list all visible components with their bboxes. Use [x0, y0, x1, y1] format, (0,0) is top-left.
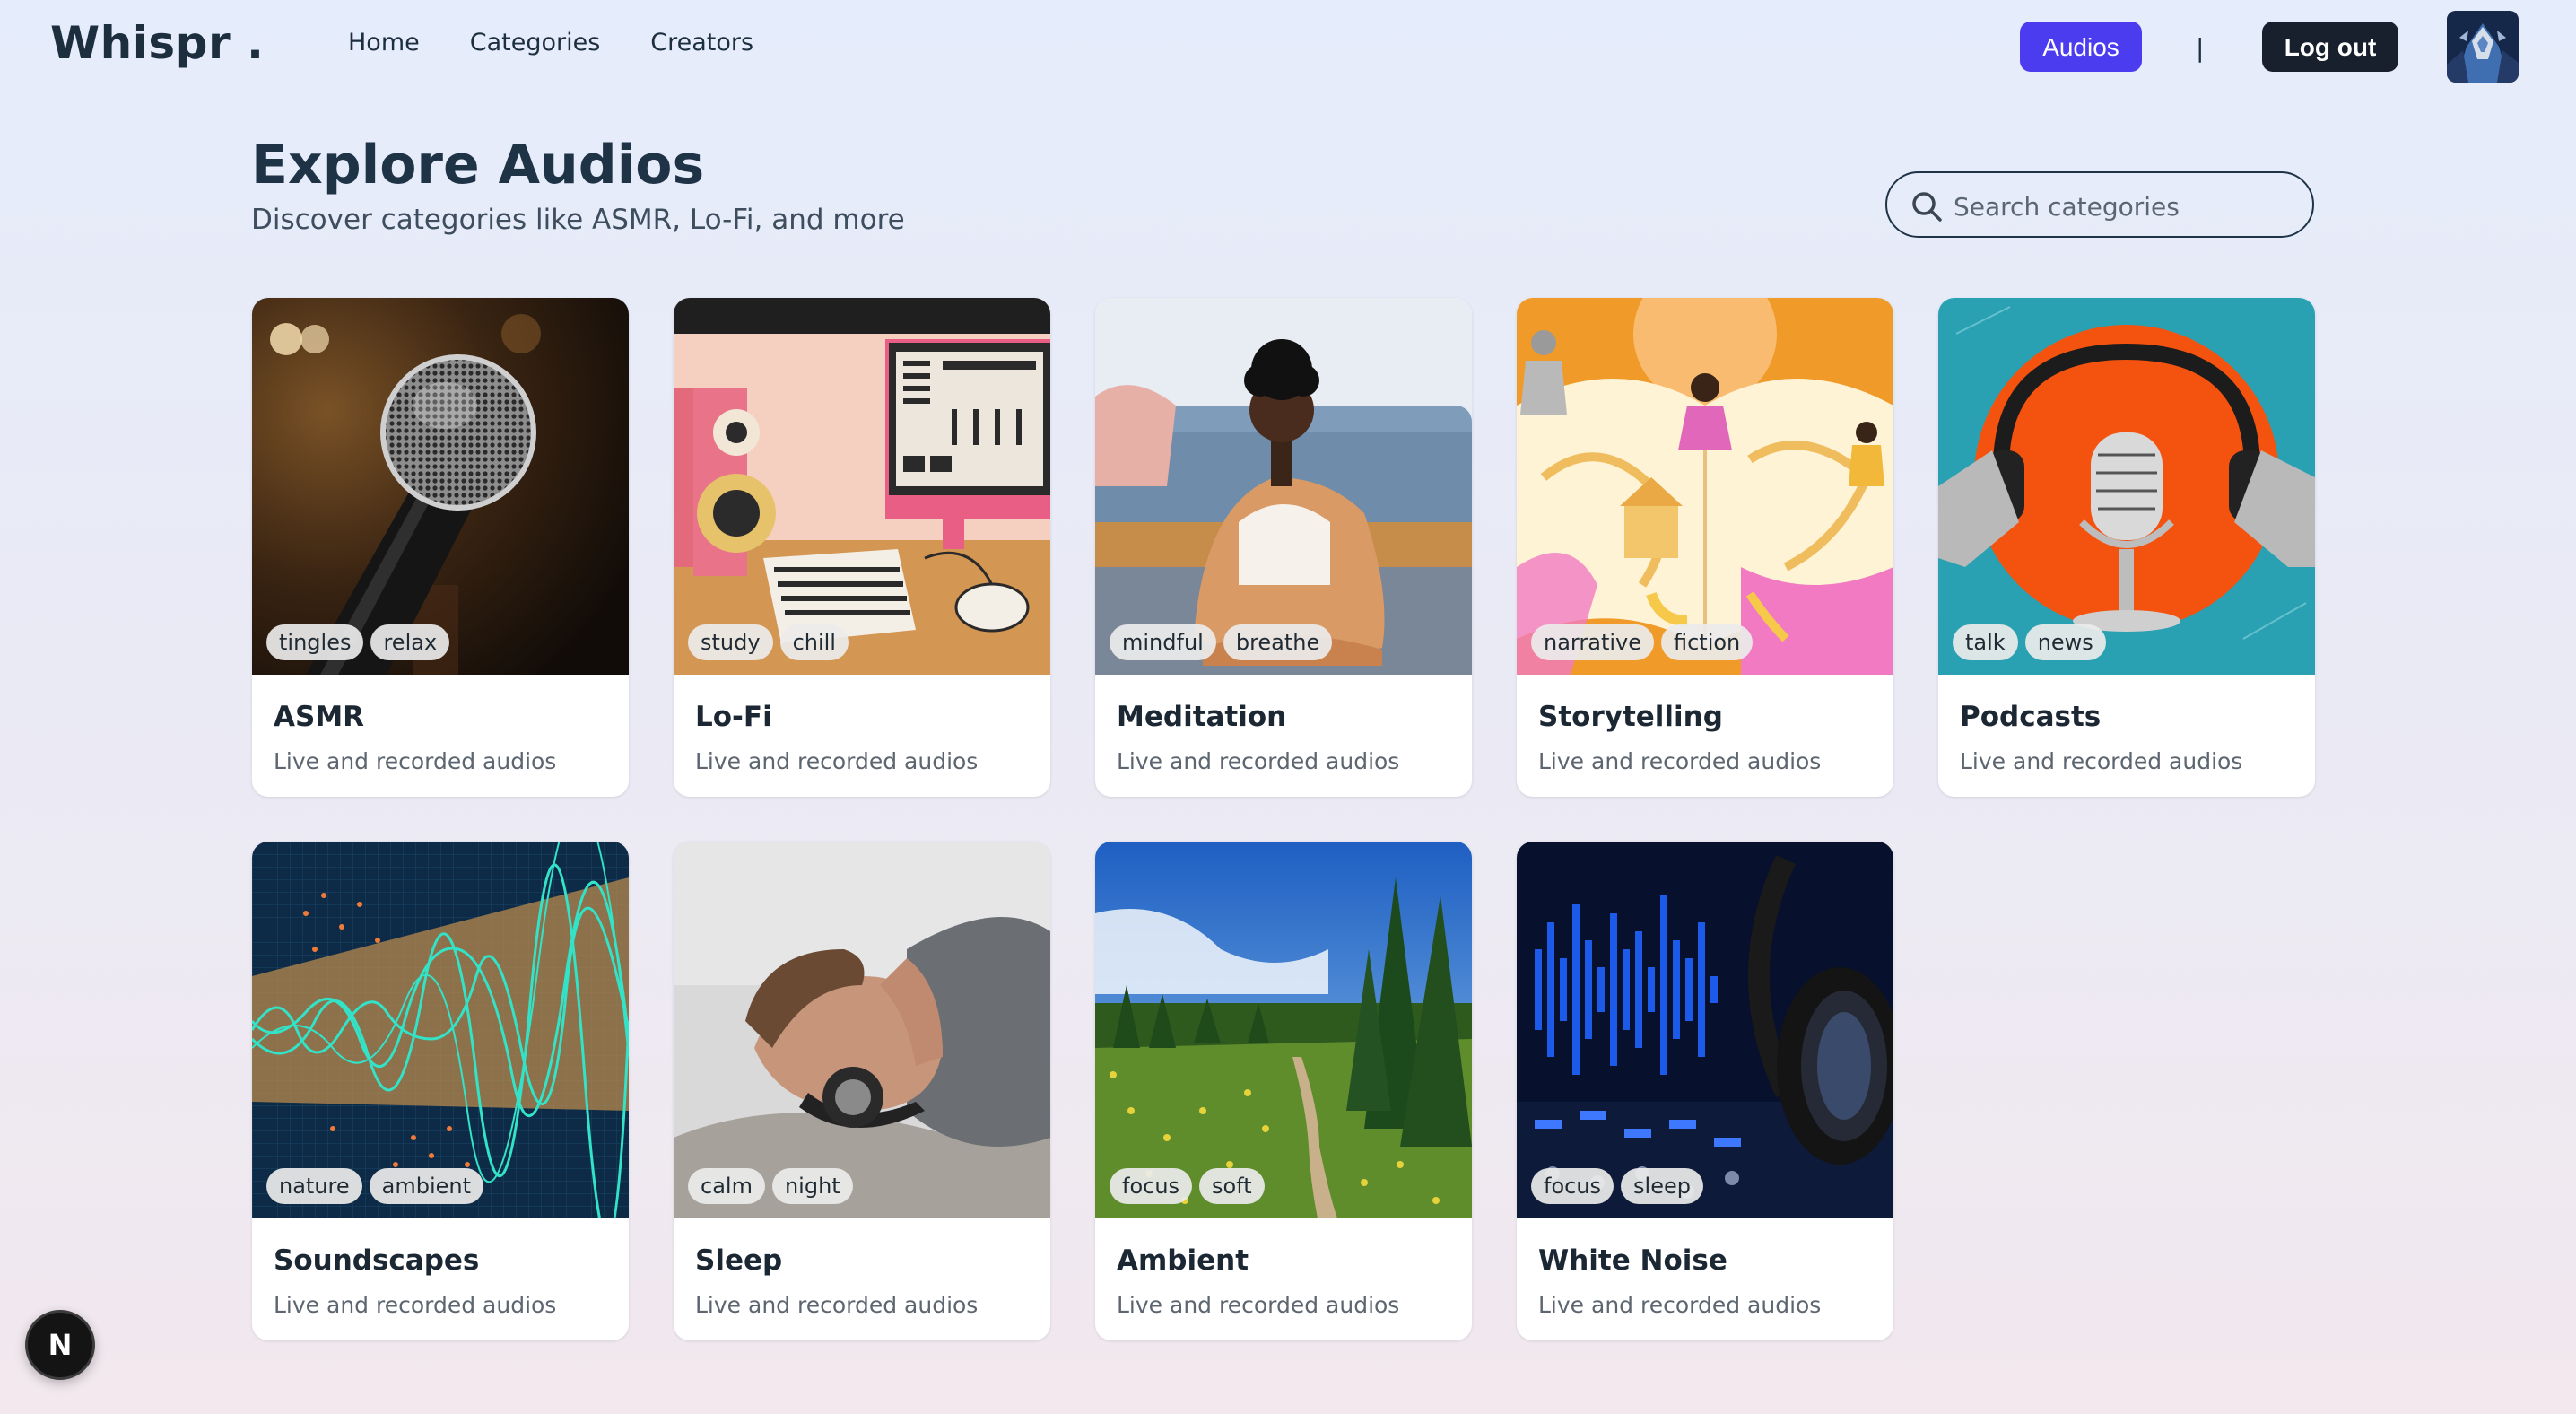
meditation-image	[1095, 298, 1472, 675]
category-card-podcasts[interactable]: talk news Podcasts Live and recorded aud…	[1938, 298, 2315, 797]
tag-list: narrative fiction	[1531, 624, 1754, 660]
category-subtitle: Live and recorded audios	[1117, 1292, 1400, 1318]
tag[interactable]: chill	[779, 624, 849, 660]
category-title: Ambient	[1117, 1244, 1249, 1277]
dev-tools-button[interactable]: N	[25, 1310, 95, 1380]
category-subtitle: Live and recorded audios	[695, 1292, 979, 1318]
category-card-sleep[interactable]: calm night Sleep Live and recorded audio…	[674, 842, 1050, 1340]
category-card-white-noise[interactable]: focus sleep White Noise Live and recorde…	[1517, 842, 1893, 1340]
avatar-image	[2447, 11, 2519, 83]
tag[interactable]: fiction	[1660, 624, 1754, 660]
category-card-ambient[interactable]: focus soft Ambient Live and recorded aud…	[1095, 842, 1472, 1340]
category-subtitle: Live and recorded audios	[274, 748, 557, 774]
tag-list: study chill	[688, 624, 849, 660]
category-card-asmr[interactable]: tingles relax ASMR Live and recorded aud…	[252, 298, 629, 797]
search-box[interactable]	[1885, 171, 2314, 238]
category-card-soundscapes[interactable]: nature ambient Soundscapes Live and reco…	[252, 842, 629, 1340]
tag[interactable]: night	[771, 1168, 853, 1204]
page-subtitle: Discover categories like ASMR, Lo-Fi, an…	[251, 204, 905, 236]
tag[interactable]: focus	[1531, 1168, 1614, 1204]
tag[interactable]: ambient	[369, 1168, 484, 1204]
category-image-storytelling: narrative fiction	[1517, 298, 1893, 675]
tag[interactable]: tingles	[266, 624, 364, 660]
category-image-soundscapes: nature ambient	[252, 842, 629, 1218]
nav-links: Home Categories Creators	[348, 25, 753, 61]
tag[interactable]: relax	[370, 624, 450, 660]
tag[interactable]: nature	[266, 1168, 362, 1204]
tag[interactable]: mindful	[1110, 624, 1216, 660]
tag[interactable]: breathe	[1223, 624, 1333, 660]
category-subtitle: Live and recorded audios	[1538, 748, 1822, 774]
soundwave-image	[252, 842, 629, 1218]
tag-list: calm night	[688, 1168, 853, 1204]
brand-logo[interactable]: Whispr .	[50, 14, 265, 72]
tag-list: focus soft	[1110, 1168, 1265, 1204]
nav-link-creators[interactable]: Creators	[650, 25, 753, 61]
tag[interactable]: focus	[1110, 1168, 1193, 1204]
search-icon	[1912, 192, 1942, 222]
meadow-image	[1095, 842, 1472, 1218]
lofi-desk-image	[674, 298, 1050, 675]
category-image-asmr: tingles relax	[252, 298, 629, 675]
category-image-sleep: calm night	[674, 842, 1050, 1218]
logout-button[interactable]: Log out	[2262, 22, 2398, 72]
tag[interactable]: calm	[688, 1168, 765, 1204]
tag[interactable]: news	[2024, 624, 2106, 660]
search-input[interactable]	[1952, 180, 2296, 232]
tag[interactable]: narrative	[1531, 624, 1654, 660]
tag-list: focus sleep	[1531, 1168, 1703, 1204]
category-title: ASMR	[274, 701, 365, 733]
tag-list: mindful breathe	[1110, 624, 1333, 660]
storybook-image	[1517, 298, 1893, 675]
category-image-ambient: focus soft	[1095, 842, 1472, 1218]
category-image-meditation: mindful breathe	[1095, 298, 1472, 675]
studio-waveform-image	[1517, 842, 1893, 1218]
nav-link-categories[interactable]: Categories	[470, 25, 601, 61]
tag-list: tingles relax	[266, 624, 450, 660]
category-subtitle: Live and recorded audios	[274, 1292, 557, 1318]
category-title: Meditation	[1117, 701, 1287, 733]
category-image-lofi: study chill	[674, 298, 1050, 675]
category-subtitle: Live and recorded audios	[1117, 748, 1400, 774]
category-title: Lo-Fi	[695, 701, 772, 733]
tag-list: talk news	[1953, 624, 2106, 660]
category-subtitle: Live and recorded audios	[695, 748, 979, 774]
audios-button[interactable]: Audios	[2020, 22, 2142, 72]
category-title: Podcasts	[1960, 701, 2102, 733]
category-image-white-noise: focus sleep	[1517, 842, 1893, 1218]
category-title: Storytelling	[1538, 701, 1723, 733]
category-subtitle: Live and recorded audios	[1960, 748, 2243, 774]
category-subtitle: Live and recorded audios	[1538, 1292, 1822, 1318]
tag[interactable]: soft	[1199, 1168, 1265, 1204]
category-card-meditation[interactable]: mindful breathe Meditation Live and reco…	[1095, 298, 1472, 797]
category-card-storytelling[interactable]: narrative fiction Storytelling Live and …	[1517, 298, 1893, 797]
category-card-lofi[interactable]: study chill Lo-Fi Live and recorded audi…	[674, 298, 1050, 797]
podcast-mic-image	[1938, 298, 2315, 675]
category-title: White Noise	[1538, 1244, 1727, 1277]
microphone-image	[252, 298, 629, 675]
top-navbar: Whispr . Home Categories Creators Audios…	[0, 0, 2576, 93]
tag[interactable]: sleep	[1621, 1168, 1703, 1204]
page-title: Explore Audios	[251, 134, 705, 196]
tag[interactable]: study	[688, 624, 773, 660]
sleeping-man-image	[674, 842, 1050, 1218]
category-title: Soundscapes	[274, 1244, 480, 1277]
nav-separator: |	[2196, 33, 2205, 63]
category-title: Sleep	[695, 1244, 783, 1277]
category-image-podcasts: talk news	[1938, 298, 2315, 675]
user-avatar[interactable]	[2447, 11, 2519, 83]
tag-list: nature ambient	[266, 1168, 484, 1204]
tag[interactable]: talk	[1953, 624, 2018, 660]
nav-link-home[interactable]: Home	[348, 25, 420, 61]
